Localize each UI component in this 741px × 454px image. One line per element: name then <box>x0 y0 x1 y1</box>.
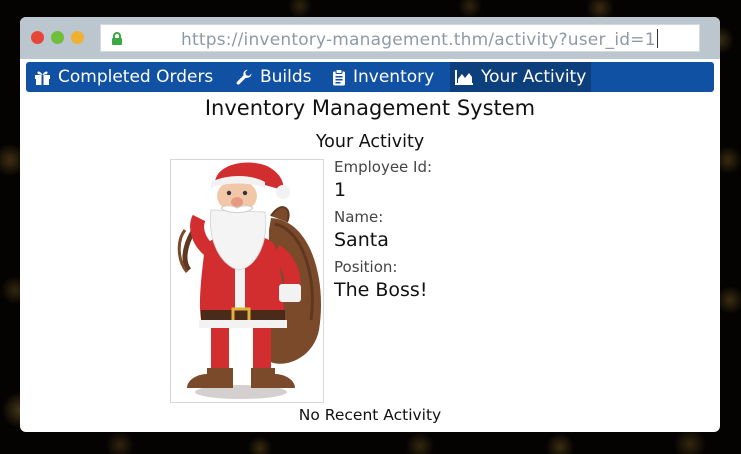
nav-item-builds[interactable]: Builds <box>232 62 316 92</box>
browser-window: https://inventory-management.thm/activit… <box>20 17 720 432</box>
nav-item-inventory[interactable]: Inventory <box>328 62 438 92</box>
employee-id-label: Employee Id: <box>334 158 433 176</box>
name-value: Santa <box>334 229 389 251</box>
name-label: Name: <box>334 208 384 226</box>
avatar <box>170 159 324 403</box>
nav-label: Inventory <box>353 67 435 87</box>
position-label: Position: <box>334 258 398 276</box>
page-title: Inventory Management System <box>204 96 536 120</box>
section-title: Your Activity <box>315 132 425 152</box>
clipboard-icon <box>333 68 345 85</box>
nav-label: Completed Orders <box>58 67 214 87</box>
nav-item-completed-orders[interactable]: Completed Orders <box>30 62 217 92</box>
nav-item-your-activity[interactable]: Your Activity <box>450 62 592 92</box>
position-value: The Boss! <box>334 279 428 301</box>
minimize-window-button[interactable] <box>71 31 84 44</box>
wrench-icon <box>236 69 252 85</box>
no-activity-message: No Recent Activity <box>298 406 442 424</box>
gift-icon <box>35 71 50 85</box>
close-window-button[interactable] <box>31 31 44 44</box>
lock-icon <box>112 32 122 45</box>
area-chart-icon <box>455 70 473 85</box>
browser-titlebar: https://inventory-management.thm/activit… <box>20 17 720 59</box>
navbar: Completed Orders Builds Inventory Your A… <box>26 62 714 92</box>
employee-id-value: 1 <box>334 179 347 201</box>
address-bar[interactable]: https://inventory-management.thm/activit… <box>100 24 700 52</box>
maximize-window-button[interactable] <box>51 31 64 44</box>
nav-label: Builds <box>260 67 312 87</box>
url-text[interactable]: https://inventory-management.thm/activit… <box>181 29 658 50</box>
santa-illustration <box>177 162 321 399</box>
text-caret <box>656 29 658 48</box>
nav-label: Your Activity <box>481 67 587 87</box>
